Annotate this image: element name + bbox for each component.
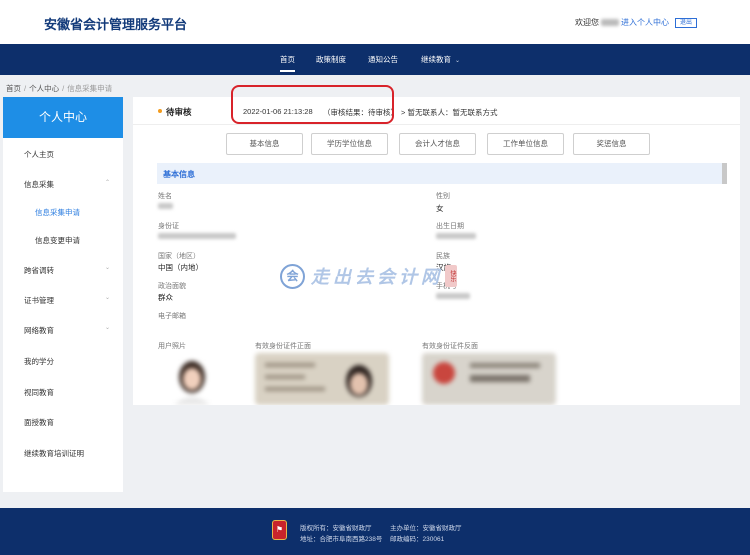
watermark-logo-icon: 会 xyxy=(280,263,305,289)
tab-basic-info[interactable]: 基本信息 xyxy=(226,133,303,155)
top-header: 安徽省会计管理服务平台 欢迎您 进入个人中心 退出 xyxy=(0,0,750,44)
sidebar-item-training-proof[interactable]: 继续教育培训证明 xyxy=(24,448,84,459)
tab-rewards[interactable]: 奖惩信息 xyxy=(573,133,650,155)
status-label: 待审核 xyxy=(166,107,192,117)
highlight-box xyxy=(231,85,394,124)
email-label: 电子邮箱 xyxy=(158,313,186,320)
sidebar-item-online-edu[interactable]: 网络教育 xyxy=(24,325,54,336)
welcome-text: 欢迎您 xyxy=(575,18,599,27)
breadcrumb: 首页 / 个人中心 / 信息采集申请 xyxy=(6,84,113,93)
chevron-down-icon: ⌄ xyxy=(105,265,111,271)
chevron-up-icon: ⌃ xyxy=(105,180,111,186)
politics-value: 群众 xyxy=(158,293,173,302)
main-nav: 首页 政策制度 通知公告 继续教育 ⌄ xyxy=(0,44,750,75)
basic-info-section: 基本信息 xyxy=(157,163,727,184)
section-title: 基本信息 xyxy=(163,170,195,179)
country-value: 中国（内地） xyxy=(158,263,203,272)
main-panel: 待审核 2022-01-06 21:13:28 （审核结果：待审核） > 暂无联… xyxy=(133,97,740,405)
id-card-front-image xyxy=(255,353,389,405)
footer-copyright: 版权所有：安徽省财政厅 xyxy=(300,525,372,532)
name-value-blurred xyxy=(158,203,173,209)
tab-talent[interactable]: 会计人才信息 xyxy=(399,133,476,155)
id-label: 身份证 xyxy=(158,223,179,230)
nav-education[interactable]: 继续教育 ⌄ xyxy=(421,44,460,75)
sidebar-item-equivalent-edu[interactable]: 视同教育 xyxy=(24,387,54,398)
ethnic-label: 民族 xyxy=(436,253,450,260)
sidebar-item-change-apply[interactable]: 信息变更申请 xyxy=(35,235,80,246)
tab-employer[interactable]: 工作单位信息 xyxy=(487,133,564,155)
sidebar-item-certificate[interactable]: 证书管理 xyxy=(24,295,54,306)
sidebar-item-facetoface-edu[interactable]: 面授教育 xyxy=(24,417,54,428)
chevron-down-icon: ⌄ xyxy=(455,58,461,64)
watermark-seal: 快乐 xyxy=(445,265,457,287)
site-watermark: 会 走出去会计网 快乐 xyxy=(280,263,457,289)
id-card-back-image xyxy=(422,353,556,405)
status-dot-icon xyxy=(158,109,162,113)
status-row: 待审核 2022-01-06 21:13:28 （审核结果：待审核） > 暂无联… xyxy=(133,97,740,125)
finance-emblem-icon: ⚑ xyxy=(272,520,287,540)
id-back-label: 有效身份证件反面 xyxy=(422,343,478,350)
footer-postcode: 邮政编码：230061 xyxy=(390,536,445,543)
blurred-username xyxy=(601,19,619,26)
sidebar-item-info-collection[interactable]: 信息采集 xyxy=(24,179,54,190)
nav-policy[interactable]: 政策制度 xyxy=(316,44,346,75)
status-contact: > 暂无联系人：暂无联系方式 xyxy=(401,108,498,117)
id-value-blurred xyxy=(158,233,236,239)
tab-education[interactable]: 学历学位信息 xyxy=(311,133,388,155)
phone-value-blurred xyxy=(436,293,470,299)
sidebar: 个人中心 个人主页 信息采集 ⌃ 信息采集申请 信息变更申请 跨省调转 ⌄ 证书… xyxy=(3,97,123,492)
sidebar-item-collection-apply[interactable]: 信息采集申请 xyxy=(35,207,80,218)
sidebar-title: 个人中心 xyxy=(3,97,123,138)
site-title: 安徽省会计管理服务平台 xyxy=(44,17,188,32)
logout-button[interactable]: 退出 xyxy=(675,17,698,28)
footer-address: 地址：合肥市阜南西路238号 xyxy=(300,536,383,543)
gender-value: 女 xyxy=(436,204,444,213)
breadcrumb-current: 信息采集申请 xyxy=(67,84,113,93)
chevron-down-icon: ⌄ xyxy=(105,325,111,331)
footer: ⚑ 版权所有：安徽省财政厅 主办单位：安徽省财政厅 地址：合肥市阜南西路238号… xyxy=(0,508,750,555)
chevron-down-icon: ⌄ xyxy=(105,295,111,301)
scrollbar[interactable] xyxy=(722,163,727,184)
sidebar-item-home[interactable]: 个人主页 xyxy=(24,149,54,160)
name-label: 姓名 xyxy=(158,193,172,200)
user-photo xyxy=(168,355,216,405)
id-front-label: 有效身份证件正面 xyxy=(255,343,311,350)
nav-home[interactable]: 首页 xyxy=(280,44,295,75)
enter-center-link[interactable]: 进入个人中心 xyxy=(621,17,669,28)
watermark-text: 走出去会计网 xyxy=(311,267,443,287)
user-welcome: 欢迎您 进入个人中心 退出 xyxy=(575,17,698,28)
sidebar-item-transfer[interactable]: 跨省调转 xyxy=(24,265,54,276)
gender-label: 性别 xyxy=(436,193,450,200)
politics-label: 政治面貌 xyxy=(158,283,186,290)
footer-host: 主办单位：安徽省财政厅 xyxy=(390,525,462,532)
breadcrumb-home[interactable]: 首页 xyxy=(6,84,21,93)
nav-notice[interactable]: 通知公告 xyxy=(368,44,398,75)
sidebar-item-credits[interactable]: 我的学分 xyxy=(24,356,54,367)
photo-label: 用户照片 xyxy=(158,343,186,350)
breadcrumb-center[interactable]: 个人中心 xyxy=(29,84,59,93)
nav-education-label: 继续教育 xyxy=(421,55,451,64)
country-label: 国家（地区） xyxy=(158,253,200,260)
birth-value-blurred xyxy=(436,233,476,239)
birth-label: 出生日期 xyxy=(436,223,464,230)
info-tabs: 基本信息 学历学位信息 会计人才信息 工作单位信息 奖惩信息 xyxy=(133,133,740,155)
